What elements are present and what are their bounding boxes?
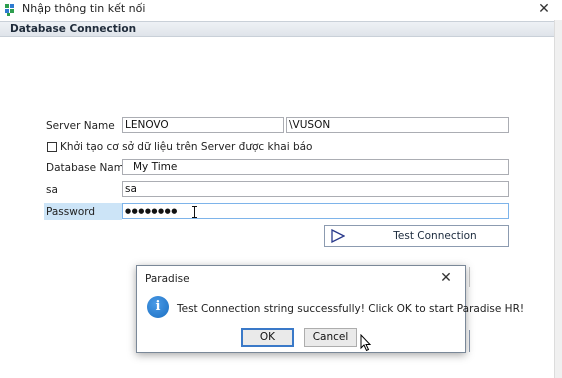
cancel-button[interactable]: Cancel: [304, 328, 357, 347]
play-triangle-icon: [331, 229, 345, 243]
user-input[interactable]: sa: [122, 181, 509, 197]
section-header: Database Connection: [0, 21, 554, 37]
instance-name-input[interactable]: \VUSON: [286, 117, 509, 133]
text-cursor-icon: [192, 206, 198, 218]
window-title: Nhập thông tin kết nối: [22, 2, 146, 15]
hidden-control-edge: [466, 267, 470, 287]
ok-button[interactable]: OK: [241, 328, 294, 347]
server-name-label: Server Name: [46, 120, 115, 132]
database-name-label: Database Name: [46, 162, 131, 174]
message-dialog: Paradise ✕ i Test Connection string succ…: [136, 265, 524, 353]
test-connection-label: Test Connection: [393, 230, 477, 242]
mouse-pointer-icon: [360, 334, 372, 352]
info-icon: i: [147, 296, 169, 318]
test-connection-button[interactable]: Test Connection: [324, 225, 509, 247]
password-label: Password: [46, 206, 96, 218]
database-name-input[interactable]: My Time: [122, 159, 509, 175]
close-icon[interactable]: ✕: [534, 0, 554, 20]
init-db-checkbox[interactable]: [47, 142, 57, 152]
app-icon: [5, 4, 17, 16]
hidden-button-edge: [466, 330, 470, 352]
init-db-checkbox-label: Khởi tạo cơ sở dữ liệu trên Server được …: [60, 141, 313, 153]
dialog-message: Test Connection string successfully! Cli…: [177, 303, 525, 315]
server-name-input[interactable]: LENOVO: [122, 117, 284, 133]
dialog-close-icon[interactable]: ✕: [437, 269, 455, 287]
password-input[interactable]: ●●●●●●●●: [122, 203, 509, 219]
dialog-title: Paradise: [145, 273, 190, 285]
user-label: sa: [46, 184, 58, 196]
title-bar: Nhập thông tin kết nối ✕: [0, 0, 562, 20]
window-right-edge: [554, 20, 562, 378]
